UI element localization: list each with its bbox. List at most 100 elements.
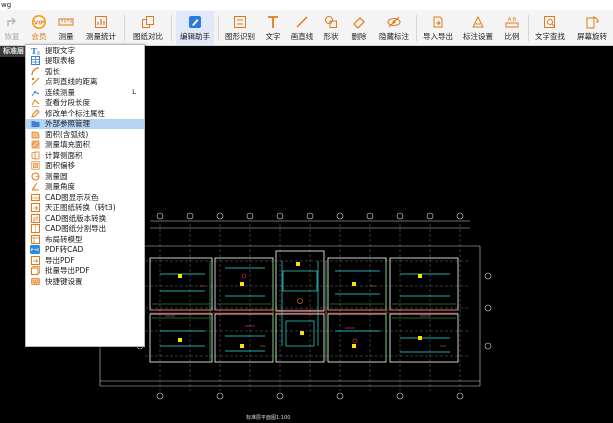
redo-button[interactable]: 恢复 xyxy=(1,11,23,45)
hide-annotation-button[interactable]: 隐藏标注 xyxy=(376,11,412,45)
text-button[interactable]: 文字 xyxy=(262,11,284,45)
window-title: wg xyxy=(0,0,613,10)
menu-item-segment-length[interactable]: 查看分段长度 xyxy=(26,98,144,109)
annotation-settings-label: 标注设置 xyxy=(463,32,493,41)
toolbar-separator xyxy=(124,15,125,41)
menu-item-layout-model[interactable]: 布局转模型 xyxy=(26,234,144,245)
menu-item-tangent-convert[interactable]: 天正图纸转换（转t3) xyxy=(26,203,144,214)
menu-item-xref-manage[interactable]: 外部参照管理 xyxy=(26,118,144,129)
scale-label: 比例 xyxy=(504,32,520,41)
measure-stats-button[interactable]: 测量统计 xyxy=(84,11,118,45)
toolbar-separator xyxy=(528,15,529,41)
rotate-screen-label: 屏幕旋转 xyxy=(577,32,607,41)
text-search-label: 文字查找 xyxy=(535,32,565,41)
line-icon xyxy=(294,14,310,30)
point-line-distance-icon xyxy=(30,77,40,86)
menu-item-continuous-measure[interactable]: 连续测量 L xyxy=(26,87,144,98)
svg-text:A:B: A:B xyxy=(508,17,517,23)
text-search-icon xyxy=(542,14,558,30)
toolbar-separator xyxy=(218,15,219,41)
measure-label: 测量 xyxy=(58,32,74,41)
compare-label: 图纸对比 xyxy=(133,32,163,41)
import-export-label: 导入导出 xyxy=(423,32,453,41)
delete-label: 删除 xyxy=(351,32,367,41)
menu-item-area-arc[interactable]: 面积(含弧线) xyxy=(26,129,144,140)
shape-button[interactable]: 形状 xyxy=(320,11,342,45)
menu-item-shortcut-settings[interactable]: 快捷键设置 xyxy=(26,276,144,287)
scale-button[interactable]: A:B 比例 xyxy=(501,11,523,45)
menu-item-version-convert[interactable]: CAD图纸版本转换 xyxy=(26,213,144,224)
menu-item-gray-display[interactable]: CAD CAD图显示灰色 xyxy=(26,192,144,203)
area-offset-icon xyxy=(30,161,40,170)
menu-item-measure-circle[interactable]: 测量圆 xyxy=(26,171,144,182)
extract-table-icon xyxy=(30,56,40,66)
svg-text:P→C: P→C xyxy=(31,248,40,252)
toolbar-separator xyxy=(171,15,172,41)
menu-item-label: 修改单个标注属性 xyxy=(45,108,105,118)
import-export-icon xyxy=(430,14,446,30)
edit-assistant-button[interactable]: 编辑助手 xyxy=(176,11,214,45)
svg-text:T: T xyxy=(31,46,37,55)
eraser-icon xyxy=(351,14,367,30)
text-label: 文字 xyxy=(265,32,281,41)
vip-button[interactable]: VIP 会员 xyxy=(28,11,50,45)
extract-text-icon: T xyxy=(30,46,40,55)
shape-icon xyxy=(323,14,339,30)
menu-item-split-export[interactable]: CAD图纸分割导出 xyxy=(26,224,144,235)
shortcut-key: L xyxy=(132,88,136,97)
scale-icon: A:B xyxy=(504,14,520,30)
menu-item-label: 快捷键设置 xyxy=(45,276,83,286)
menu-item-arc-length[interactable]: 弧长 xyxy=(26,66,144,77)
text-search-button[interactable]: 文字查找 xyxy=(532,11,568,45)
split-export-icon xyxy=(30,224,40,234)
menu-item-measure-angle[interactable]: 测量角度 xyxy=(26,182,144,193)
svg-text:VIP: VIP xyxy=(34,20,44,26)
shape-recognition-label: 图形识别 xyxy=(225,32,255,41)
menu-item-fill-area[interactable]: 测量填充面积 xyxy=(26,140,144,151)
menu-item-label: PDF转CAD xyxy=(45,245,84,255)
measure-stats-label: 测量统计 xyxy=(86,32,116,41)
version-convert-icon xyxy=(30,213,40,223)
menu-item-label: 测量圆 xyxy=(45,171,68,181)
xref-manage-icon xyxy=(30,119,40,128)
edit-assistant-label: 编辑助手 xyxy=(180,32,210,41)
menu-item-area-offset[interactable]: 面积偏移 xyxy=(26,161,144,172)
menu-item-label: 提取表格 xyxy=(45,56,75,66)
rotate-screen-button[interactable]: 屏幕旋转 xyxy=(574,11,610,45)
annotation-settings-button[interactable]: 标注设置 xyxy=(460,11,496,45)
menu-item-label: 面积偏移 xyxy=(45,161,75,171)
menu-item-label: CAD图纸版本转换 xyxy=(45,213,107,223)
menu-item-label: CAD图显示灰色 xyxy=(45,192,99,202)
pdf-cad-icon: P→C xyxy=(30,245,40,255)
area-arc-icon xyxy=(30,130,40,139)
compare-button[interactable]: 图纸对比 xyxy=(130,11,166,45)
hide-annotation-label: 隐藏标注 xyxy=(379,32,409,41)
import-export-button[interactable]: 导入导出 xyxy=(420,11,456,45)
menu-item-label: 面积(含弧线) xyxy=(45,129,89,139)
menu-item-extract-table[interactable]: 提取表格 xyxy=(26,56,144,67)
measure-angle-icon xyxy=(30,182,40,191)
measure-button[interactable]: 测量 xyxy=(55,11,77,45)
svg-text:CAD: CAD xyxy=(31,196,39,200)
menu-item-edit-annotation[interactable]: 修改单个标注属性 xyxy=(26,108,144,119)
menu-item-batch-export-pdf[interactable]: 批量导出PDF xyxy=(26,266,144,277)
menu-item-label: 提取文字 xyxy=(45,45,75,55)
draw-line-button[interactable]: 画直线 xyxy=(288,11,316,45)
shape-recognition-button[interactable]: 图形识别 xyxy=(222,11,258,45)
menu-item-pdf-cad[interactable]: P→C PDF转CAD xyxy=(26,245,144,256)
menu-item-side-area[interactable]: 计算侧面积 xyxy=(26,150,144,161)
arc-length-icon xyxy=(30,67,40,76)
gray-display-icon: CAD xyxy=(30,193,40,202)
rotate-screen-icon xyxy=(584,14,600,30)
delete-button[interactable]: 删除 xyxy=(348,11,370,45)
menu-item-export-pdf[interactable]: 导出PDF xyxy=(26,255,144,266)
menu-item-point-line-distance[interactable]: 点到直线的距离 xyxy=(26,77,144,88)
edit-annotation-icon xyxy=(30,109,40,118)
vip-icon: VIP xyxy=(31,14,47,30)
fill-area-icon xyxy=(30,140,40,149)
continuous-measure-icon xyxy=(30,88,40,97)
hide-annotation-icon xyxy=(386,14,402,30)
draw-line-label: 画直线 xyxy=(290,32,314,41)
menu-item-extract-text[interactable]: T 提取文字 xyxy=(26,45,144,56)
tangent-convert-icon xyxy=(30,203,40,213)
